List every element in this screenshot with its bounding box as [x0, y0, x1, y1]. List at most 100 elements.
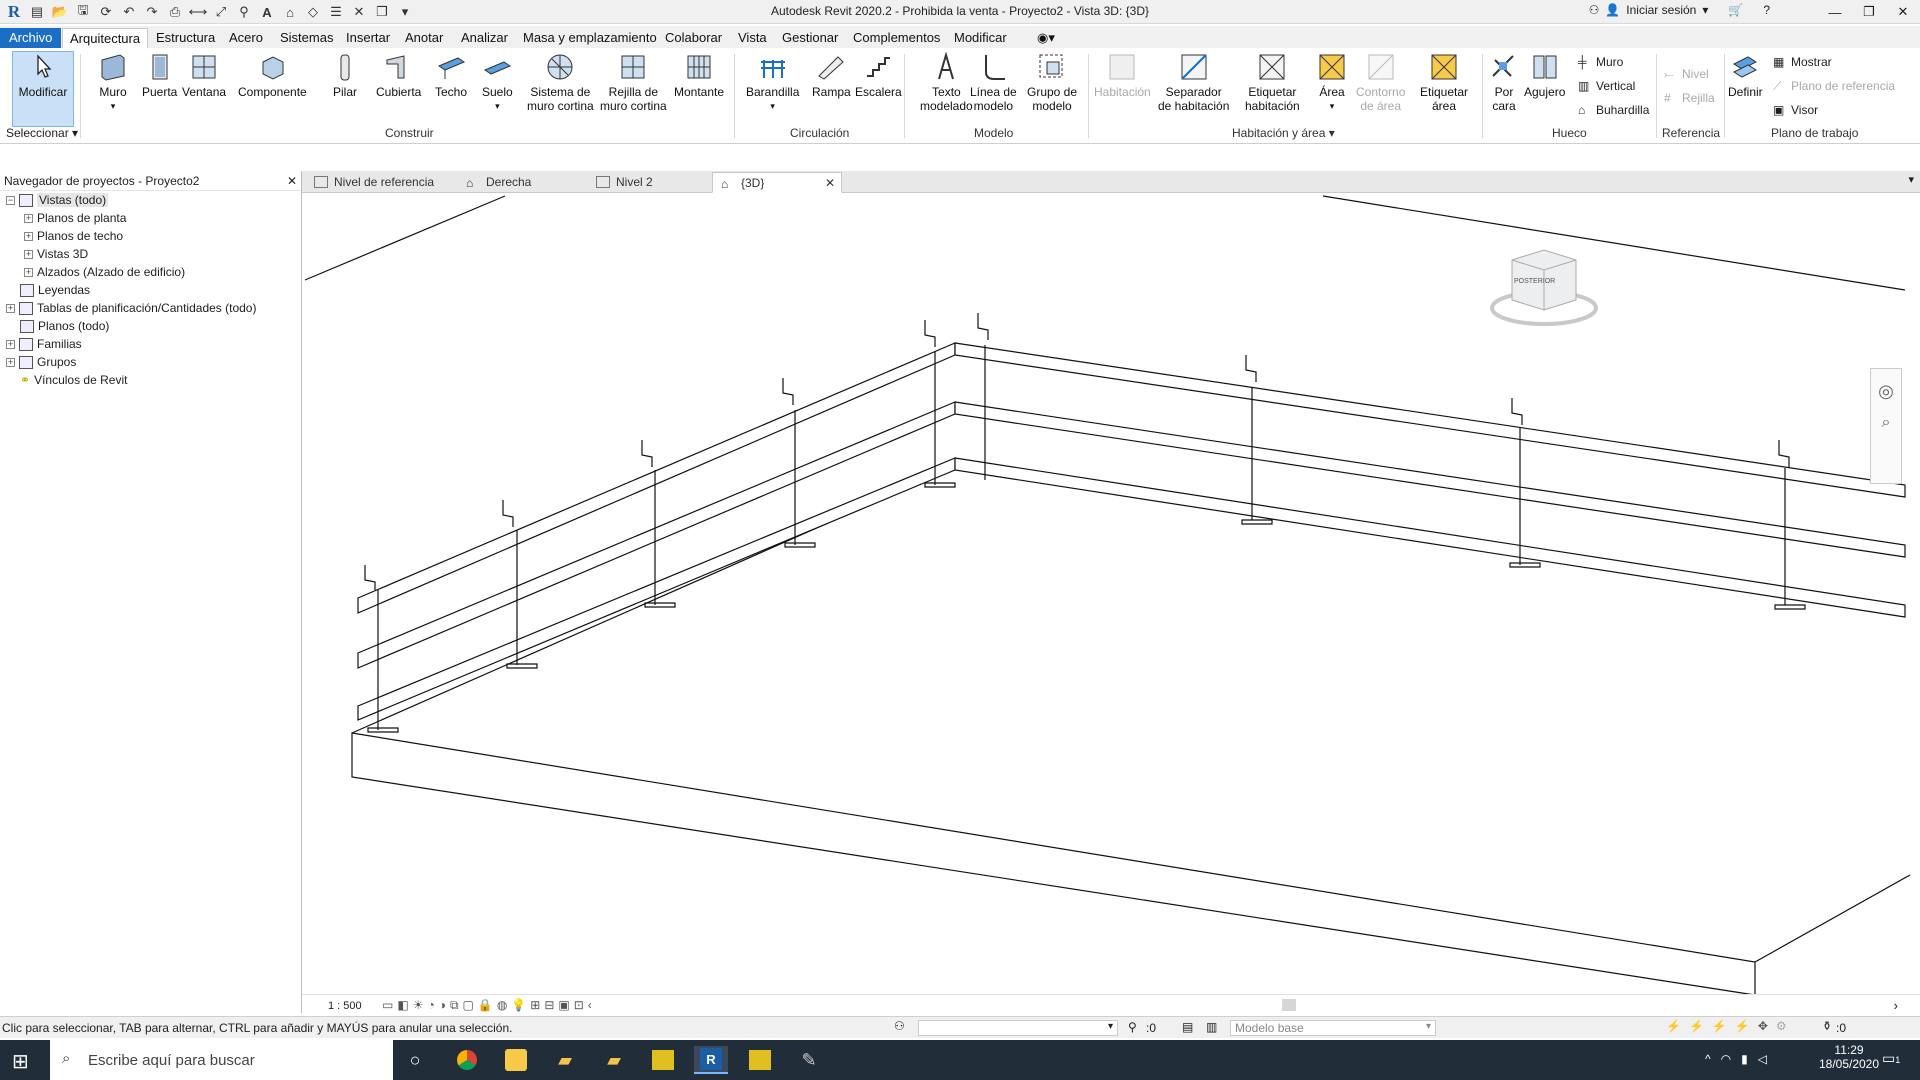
etiquetar-area-button[interactable]: Etiquetar área — [1420, 52, 1468, 113]
tab-arquitectura[interactable]: Arquitectura — [62, 28, 149, 48]
task-view-icon[interactable]: ○ — [398, 1046, 432, 1074]
montante-button[interactable]: Montante — [674, 52, 724, 99]
minimize-icon[interactable]: — — [1818, 0, 1852, 24]
battery-icon[interactable]: ▮ — [1741, 1052, 1748, 1066]
signin-link[interactable]: Iniciar sesión — [1626, 3, 1696, 17]
etiquetar-habitacion-button[interactable]: Etiquetar habitación — [1245, 52, 1300, 113]
revit-logo-icon[interactable]: R — [4, 2, 24, 22]
tab-gestionar[interactable]: Gestionar — [775, 28, 845, 48]
tab-colaborar[interactable]: Colaborar — [658, 28, 729, 48]
temp-hide-icon[interactable]: ◍ — [497, 998, 507, 1013]
nivel-button[interactable]: ⤚ Nivel — [1664, 67, 1709, 81]
agujero-button[interactable]: Agujero — [1524, 52, 1565, 99]
undo-icon[interactable]: ↶ — [119, 2, 139, 22]
analytical-icon[interactable]: ⊟ — [544, 998, 554, 1013]
chevron-left-icon[interactable]: ‹ — [588, 998, 592, 1013]
mostrar-button[interactable]: ▦ Mostrar — [1773, 55, 1832, 69]
signin-dropdown-icon[interactable]: ▾ — [1702, 3, 1708, 17]
measure-icon[interactable]: ⟷ — [188, 2, 208, 22]
viewcube[interactable]: POSTERIOR — [1482, 248, 1602, 338]
select-by-face-icon[interactable]: ⚡ — [1735, 1019, 1750, 1033]
sketchup-icon[interactable] — [499, 1046, 533, 1074]
select-links-icon[interactable]: ⚡ — [1666, 1019, 1681, 1033]
text-icon[interactable]: A — [257, 2, 277, 22]
separador-habitacion-button[interactable]: Separador de habitación — [1158, 52, 1229, 113]
open-icon[interactable]: 📂 — [50, 2, 70, 22]
tab-nivel-2[interactable]: Nivel 2 — [588, 172, 716, 193]
redo-icon[interactable]: ↷ — [142, 2, 162, 22]
tab-sistemas[interactable]: Sistemas — [273, 28, 340, 48]
sun-path-icon[interactable]: ☀ — [413, 998, 424, 1013]
editable-only-icon[interactable]: ⚲ — [1128, 1020, 1137, 1034]
paint-icon[interactable]: ✎ — [792, 1046, 826, 1074]
home-icon[interactable]: ▤ — [27, 2, 47, 22]
tree-grupos[interactable]: + Grupos — [6, 355, 76, 369]
shadows-icon[interactable]: ◔ — [427, 998, 434, 1013]
exclude-options-icon[interactable]: ▥ — [1206, 1020, 1217, 1034]
clock-time[interactable]: 11:29 — [1814, 1043, 1884, 1057]
contorno-area-button[interactable]: Contorno de área — [1356, 52, 1405, 113]
chrome-icon[interactable] — [450, 1046, 484, 1074]
expand-icon[interactable]: + — [24, 231, 33, 241]
filter-icon[interactable]: ⚱ — [1822, 1019, 1832, 1033]
tag-icon[interactable]: ⚲ — [234, 2, 254, 22]
expand-icon[interactable]: + — [24, 213, 33, 223]
highlight-icon[interactable]: ▣ — [558, 998, 569, 1013]
switch-windows-icon[interactable]: ❐ — [372, 2, 392, 22]
close-icon[interactable]: ✕ — [1886, 0, 1920, 24]
escalera-button[interactable]: Escalera — [855, 52, 902, 99]
suelo-button[interactable]: Suelo ▾ — [482, 52, 513, 113]
notifications-icon[interactable]: ▭1 — [1882, 1050, 1900, 1067]
crop-region-icon[interactable]: ▢ — [463, 998, 474, 1013]
close-tab-icon[interactable]: ✕ — [825, 176, 835, 190]
view-scale[interactable]: 1 : 500 — [328, 1000, 362, 1012]
tree-alzados[interactable]: + Alzados (Alzado de edificio) — [24, 265, 185, 279]
render-icon[interactable]: ◑ — [439, 998, 446, 1013]
tree-vistas[interactable]: − Vistas (todo) — [6, 193, 109, 207]
design-options-icon[interactable]: ▤ — [1182, 1020, 1193, 1034]
thin-lines-icon[interactable]: ☰ — [326, 2, 346, 22]
print-icon[interactable]: ⎙ — [165, 2, 185, 22]
chevron-up-icon[interactable]: ^ — [1705, 1052, 1711, 1066]
vertical-scrollbar[interactable] — [1906, 193, 1920, 993]
folder-icon[interactable]: ▰ — [597, 1046, 631, 1074]
tab-anotar[interactable]: Anotar — [398, 28, 450, 48]
worksets-icon[interactable]: ⚇ — [894, 1019, 905, 1033]
save-icon[interactable]: 🖫 — [73, 2, 93, 22]
tab-complementos[interactable]: Complementos — [846, 28, 947, 48]
texto-modelado-button[interactable]: Texto modelado — [920, 52, 973, 113]
3d-view-icon[interactable]: ⌂ — [280, 2, 300, 22]
buhardilla-button[interactable]: ⌂ Buhardilla — [1578, 103, 1649, 117]
tree-planos-techo[interactable]: + Planos de techo — [24, 229, 123, 243]
windows-start-icon[interactable]: ⊞ — [12, 1049, 29, 1074]
expand-icon[interactable]: + — [6, 357, 15, 367]
rampa-button[interactable]: Rampa — [812, 52, 851, 99]
tree-planos[interactable]: Planos (todo) — [20, 319, 109, 333]
barandilla-button[interactable]: Barandilla ▾ — [746, 52, 799, 113]
horizontal-scroll-thumb[interactable] — [1282, 999, 1296, 1011]
steering-wheel-icon[interactable]: ◎ — [1871, 381, 1901, 402]
background-process-icon[interactable]: ⚙ — [1776, 1019, 1787, 1033]
reveal-hidden-icon[interactable]: 💡 — [511, 998, 526, 1013]
expand-icon[interactable]: + — [24, 249, 33, 259]
collapse-icon[interactable]: − — [6, 195, 15, 205]
tab-acero[interactable]: Acero — [222, 28, 270, 48]
close-icon[interactable]: ✕ — [287, 174, 297, 188]
chevron-right-icon[interactable]: › — [1894, 998, 1898, 1013]
3d-view-canvas[interactable]: POSTERIOR ◎ ⌕ — [302, 193, 1920, 1013]
contextual-tab-toggle-icon[interactable]: ◉▾ — [1030, 28, 1062, 48]
expand-icon[interactable]: + — [24, 267, 33, 277]
expand-icon[interactable]: + — [6, 339, 15, 349]
linea-modelo-button[interactable]: Línea de modelo — [970, 52, 1017, 113]
visual-style-icon[interactable]: ◧ — [397, 998, 408, 1013]
app-yellow-icon[interactable] — [646, 1046, 680, 1074]
revit-taskbar-icon[interactable]: R — [694, 1046, 728, 1074]
plano-referencia-button[interactable]: ⟋ Plano de referencia — [1773, 79, 1895, 93]
tabs-overflow-icon[interactable]: ▾ — [1908, 173, 1914, 186]
detail-level-icon[interactable]: ▭ — [382, 998, 393, 1013]
wifi-icon[interactable]: ◠ — [1721, 1052, 1731, 1066]
close-hidden-icon[interactable]: ✕ — [349, 2, 369, 22]
restore-icon[interactable]: ❐ — [1852, 0, 1886, 24]
tree-familias[interactable]: + Familias — [6, 337, 82, 351]
user-icon[interactable]: 👤 — [1605, 3, 1620, 17]
